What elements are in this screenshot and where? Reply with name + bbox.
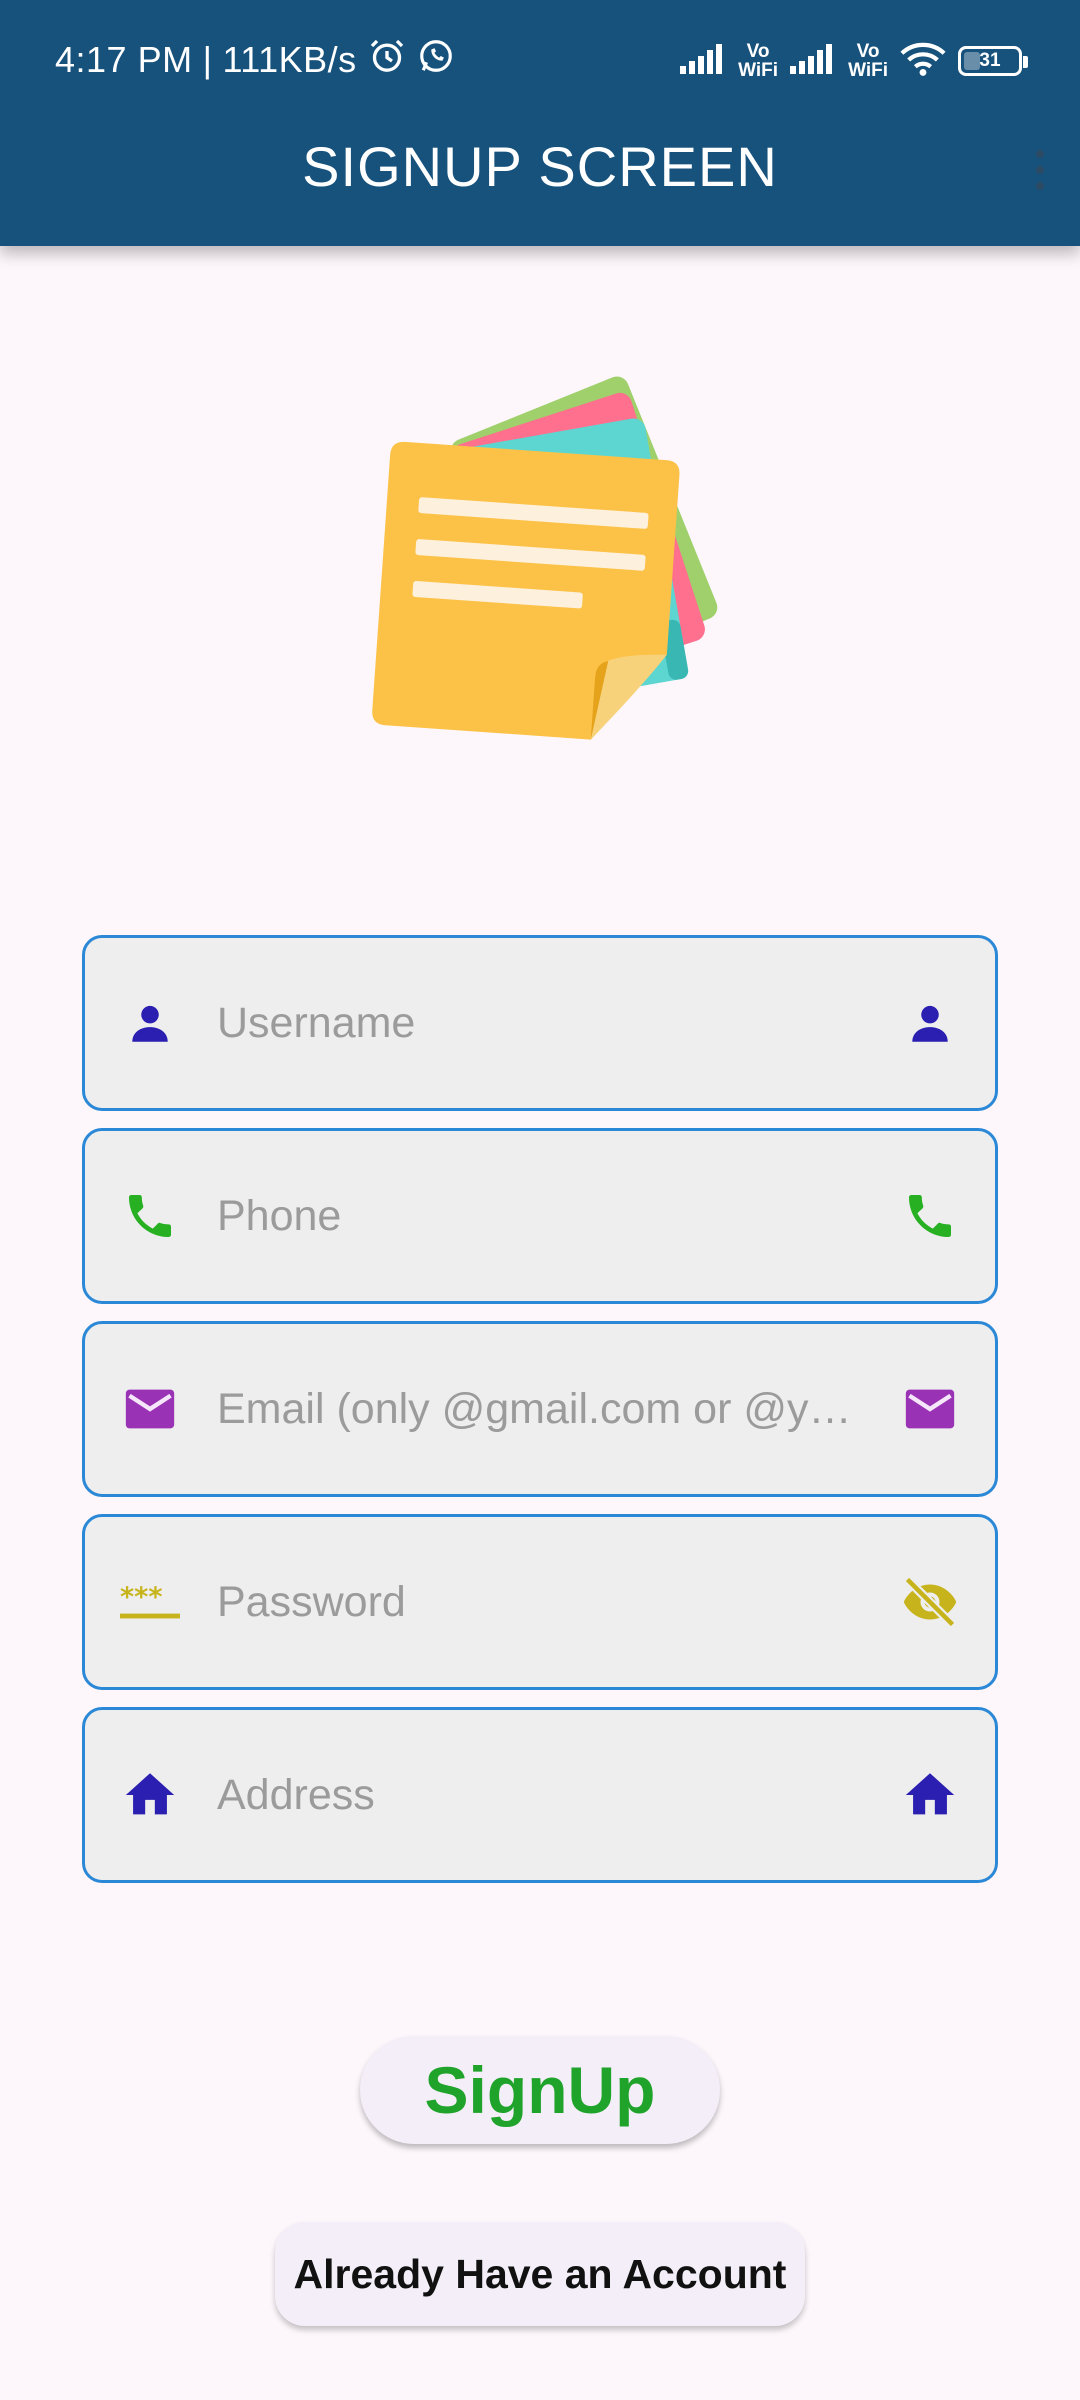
- wifi-label: WiFi: [738, 60, 779, 81]
- battery-level: 31: [979, 50, 1001, 71]
- signup-button[interactable]: SignUp: [360, 2036, 720, 2144]
- page-title: SIGNUP SCREEN: [302, 135, 778, 198]
- phone-icon: [900, 1186, 960, 1246]
- app-bar: 4:17 PM | 111KB/s Vo WiFi Vo WiFi 31 SIG…: [0, 0, 1080, 246]
- vowifi-indicator: Vo WiFi: [848, 42, 888, 80]
- signup-screen: 4:17 PM | 111KB/s Vo WiFi Vo WiFi 31 SIG…: [0, 0, 1080, 2400]
- password-input[interactable]: [217, 1567, 865, 1637]
- username-field[interactable]: [82, 935, 998, 1111]
- visibility-off-icon[interactable]: [900, 1572, 960, 1632]
- status-time: 4:17 PM: [55, 39, 193, 80]
- phone-icon: [120, 1186, 180, 1246]
- wifi-icon: [900, 41, 946, 82]
- already-have-account-button[interactable]: Already Have an Account: [275, 2222, 805, 2326]
- mail-icon: [900, 1379, 960, 1439]
- battery-icon: 31: [958, 46, 1028, 76]
- vo-label: Vo: [856, 41, 880, 62]
- password-field[interactable]: ***: [82, 1514, 998, 1690]
- person-icon: [900, 993, 960, 1053]
- email-input[interactable]: [217, 1374, 865, 1444]
- vo-label: Vo: [746, 41, 770, 62]
- status-left: 4:17 PM | 111KB/s: [55, 36, 455, 84]
- address-input[interactable]: [217, 1760, 865, 1830]
- address-field[interactable]: [82, 1707, 998, 1883]
- whatsapp-icon: [417, 37, 455, 84]
- password-dots-icon: ***: [120, 1572, 180, 1632]
- mail-icon: [120, 1379, 180, 1439]
- home-icon: [900, 1765, 960, 1825]
- svg-text:***: ***: [120, 1582, 162, 1613]
- status-right: Vo WiFi Vo WiFi 31: [680, 36, 1028, 86]
- status-bar: 4:17 PM | 111KB/s Vo WiFi Vo WiFi 31: [0, 0, 1080, 122]
- status-separator: |: [202, 39, 213, 80]
- phone-field[interactable]: [82, 1128, 998, 1304]
- status-net-speed: 111KB/s: [222, 39, 357, 80]
- signal-icon: [790, 43, 836, 79]
- home-icon: [120, 1765, 180, 1825]
- notes-logo: [350, 355, 760, 775]
- vowifi-indicator: Vo WiFi: [738, 42, 778, 80]
- signal-icon: [680, 43, 726, 79]
- alarm-icon: [367, 36, 407, 85]
- username-input[interactable]: [217, 988, 865, 1058]
- overflow-menu-button[interactable]: [1020, 140, 1060, 200]
- person-icon: [120, 993, 180, 1053]
- wifi-label: WiFi: [848, 60, 888, 81]
- phone-input[interactable]: [217, 1181, 865, 1251]
- email-field[interactable]: [82, 1321, 998, 1497]
